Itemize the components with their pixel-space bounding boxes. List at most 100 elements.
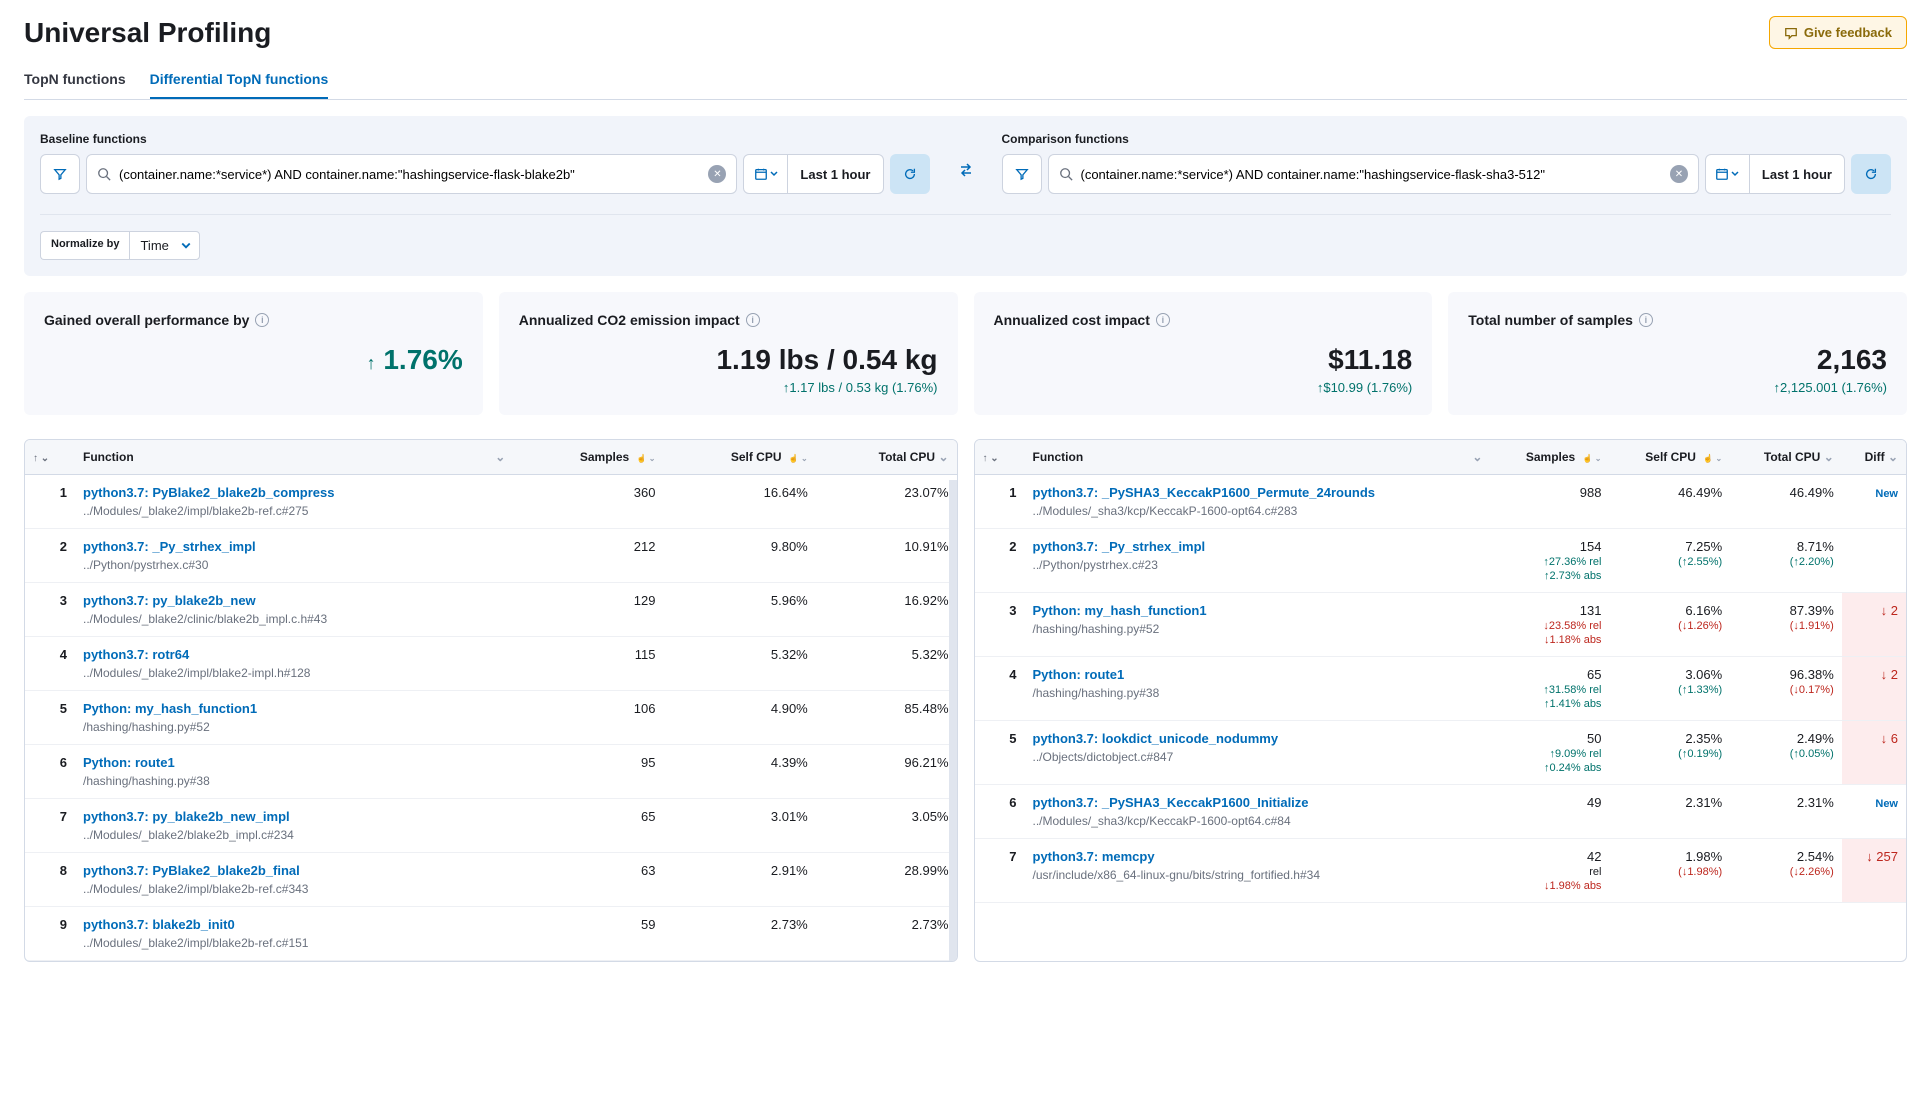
- function-path: ../Modules/_blake2/impl/blake2b-ref.c#34…: [83, 882, 505, 896]
- diff-new-badge: New: [1875, 798, 1898, 810]
- stat-card-performance: Gained overall performance byi ↑ 1.76%: [24, 292, 483, 415]
- scrollbar[interactable]: [949, 480, 957, 961]
- row-rank: 3: [25, 583, 75, 637]
- row-rank: 8: [25, 853, 75, 907]
- stat-co2-title: Annualized CO2 emission impact: [519, 312, 740, 328]
- table-row: 3 python3.7: py_blake2b_new ../Modules/_…: [25, 583, 957, 637]
- stat-card-co2: Annualized CO2 emission impacti 1.19 lbs…: [499, 292, 958, 415]
- function-link[interactable]: python3.7: blake2b_init0: [83, 917, 505, 932]
- th-total-cpu[interactable]: Total CPU ⌄: [1730, 440, 1842, 475]
- stat-card-cost: Annualized cost impacti $11.18 ↑$10.99 (…: [974, 292, 1433, 415]
- row-function-cell: python3.7: _PySHA3_KeccakP1600_Permute_2…: [1025, 475, 1491, 529]
- row-self-cpu: 2.73%: [663, 907, 815, 961]
- row-self-cpu: 16.64%: [663, 475, 815, 529]
- row-rank: 7: [25, 799, 75, 853]
- swap-button[interactable]: [946, 150, 986, 190]
- row-self-cpu: 1.98%(↓1.98%): [1609, 839, 1730, 903]
- function-link[interactable]: python3.7: rotr64: [83, 647, 505, 662]
- baseline-calendar-button[interactable]: [744, 155, 788, 193]
- row-rank: 3: [975, 593, 1025, 657]
- normalize-by-label: Normalize by: [40, 231, 129, 260]
- row-self-cpu: 5.32%: [663, 637, 815, 691]
- function-link[interactable]: Python: my_hash_function1: [1033, 603, 1483, 618]
- info-icon[interactable]: i: [1156, 313, 1170, 327]
- row-samples: 49: [1490, 785, 1609, 839]
- th-function[interactable]: Function ⌄: [1025, 440, 1491, 475]
- function-link[interactable]: python3.7: _PySHA3_KeccakP1600_Permute_2…: [1033, 485, 1483, 500]
- row-samples: 115: [513, 637, 663, 691]
- function-link[interactable]: python3.7: _Py_strhex_impl: [1033, 539, 1483, 554]
- self-delta: (↓1.26%): [1617, 620, 1722, 632]
- info-icon[interactable]: i: [1639, 313, 1653, 327]
- row-rank: 6: [25, 745, 75, 799]
- baseline-search-box[interactable]: ✕: [86, 154, 737, 194]
- function-link[interactable]: python3.7: py_blake2b_new_impl: [83, 809, 505, 824]
- comparison-refresh-button[interactable]: [1851, 154, 1891, 194]
- tab-differential-topn-functions[interactable]: Differential TopN functions: [150, 61, 329, 99]
- baseline-query-input[interactable]: [119, 167, 700, 182]
- function-path: ../Python/pystrhex.c#23: [1033, 558, 1483, 572]
- comparison-clear-button[interactable]: ✕: [1670, 165, 1688, 183]
- row-total-cpu: 2.31%: [1730, 785, 1842, 839]
- function-link[interactable]: Python: route1: [1033, 667, 1483, 682]
- row-total-cpu: 3.05%: [816, 799, 957, 853]
- row-diff: ↓ 2: [1842, 657, 1906, 721]
- samples-rel: rel: [1498, 866, 1601, 878]
- row-samples: 65: [513, 799, 663, 853]
- th-expand[interactable]: ↑ ⌄: [975, 440, 1025, 475]
- normalize-by-select[interactable]: Time: [129, 231, 199, 260]
- function-link[interactable]: python3.7: py_blake2b_new: [83, 593, 505, 608]
- th-function[interactable]: Function ⌄: [75, 440, 513, 475]
- refresh-icon: [1864, 167, 1878, 181]
- calendar-icon: [754, 167, 768, 181]
- stat-samples-value: 2,163: [1468, 344, 1887, 376]
- baseline-filter-button[interactable]: [40, 154, 80, 194]
- row-function-cell: python3.7: PyBlake2_blake2b_compress ../…: [75, 475, 513, 529]
- comparison-filter-button[interactable]: [1002, 154, 1042, 194]
- filter-icon: [53, 167, 67, 181]
- function-link[interactable]: python3.7: lookdict_unicode_nodummy: [1033, 731, 1483, 746]
- function-path: ../Modules/_sha3/kcp/KeccakP-1600-opt64.…: [1033, 814, 1483, 828]
- function-link[interactable]: python3.7: memcpy: [1033, 849, 1483, 864]
- function-link[interactable]: python3.7: _Py_strhex_impl: [83, 539, 505, 554]
- table-row: 2 python3.7: _Py_strhex_impl ../Python/p…: [25, 529, 957, 583]
- table-row: 4 python3.7: rotr64 ../Modules/_blake2/i…: [25, 637, 957, 691]
- info-icon[interactable]: i: [746, 313, 760, 327]
- stat-cost-value: $11.18: [994, 344, 1413, 376]
- diff-value: ↓ 257: [1866, 849, 1898, 864]
- table-row: 6 python3.7: _PySHA3_KeccakP1600_Initial…: [975, 785, 1907, 839]
- baseline-date-picker[interactable]: Last 1 hour: [743, 154, 883, 194]
- baseline-refresh-button[interactable]: [890, 154, 930, 194]
- function-path: ../Modules/_blake2/clinic/blake2b_impl.c…: [83, 612, 505, 626]
- comparison-date-picker[interactable]: Last 1 hour: [1705, 154, 1845, 194]
- row-function-cell: python3.7: rotr64 ../Modules/_blake2/imp…: [75, 637, 513, 691]
- th-diff[interactable]: Diff ⌄: [1842, 440, 1906, 475]
- th-self-cpu[interactable]: Self CPU ☝ ⌄: [663, 440, 815, 475]
- comparison-query-input[interactable]: [1081, 167, 1662, 182]
- th-samples[interactable]: Samples ☝ ⌄: [1490, 440, 1609, 475]
- th-expand[interactable]: ↑ ⌄: [25, 440, 75, 475]
- comparison-table: ↑ ⌄ Function ⌄ Samples ☝ ⌄ Self CPU ☝ ⌄ …: [974, 439, 1908, 962]
- tabs: TopN functions Differential TopN functio…: [24, 61, 1907, 100]
- function-link[interactable]: Python: my_hash_function1: [83, 701, 505, 716]
- row-self-cpu: 46.49%: [1609, 475, 1730, 529]
- tab-topn-functions[interactable]: TopN functions: [24, 61, 126, 99]
- row-diff: ↓ 6: [1842, 721, 1906, 785]
- function-link[interactable]: python3.7: PyBlake2_blake2b_compress: [83, 485, 505, 500]
- function-link[interactable]: Python: route1: [83, 755, 505, 770]
- samples-abs: ↑1.41% abs: [1498, 698, 1601, 710]
- function-path: ../Python/pystrhex.c#30: [83, 558, 505, 572]
- info-icon[interactable]: i: [255, 313, 269, 327]
- function-link[interactable]: python3.7: PyBlake2_blake2b_final: [83, 863, 505, 878]
- baseline-clear-button[interactable]: ✕: [708, 165, 726, 183]
- arrow-up-icon: ↑: [367, 353, 376, 373]
- th-self-cpu[interactable]: Self CPU ☝ ⌄: [1609, 440, 1730, 475]
- swap-icon: [958, 162, 974, 178]
- comparison-search-box[interactable]: ✕: [1048, 154, 1699, 194]
- comparison-calendar-button[interactable]: [1706, 155, 1750, 193]
- th-total-cpu[interactable]: Total CPU ⌄: [816, 440, 957, 475]
- row-function-cell: python3.7: py_blake2b_new ../Modules/_bl…: [75, 583, 513, 637]
- give-feedback-button[interactable]: Give feedback: [1769, 16, 1907, 49]
- th-samples[interactable]: Samples ☝ ⌄: [513, 440, 663, 475]
- function-link[interactable]: python3.7: _PySHA3_KeccakP1600_Initializ…: [1033, 795, 1483, 810]
